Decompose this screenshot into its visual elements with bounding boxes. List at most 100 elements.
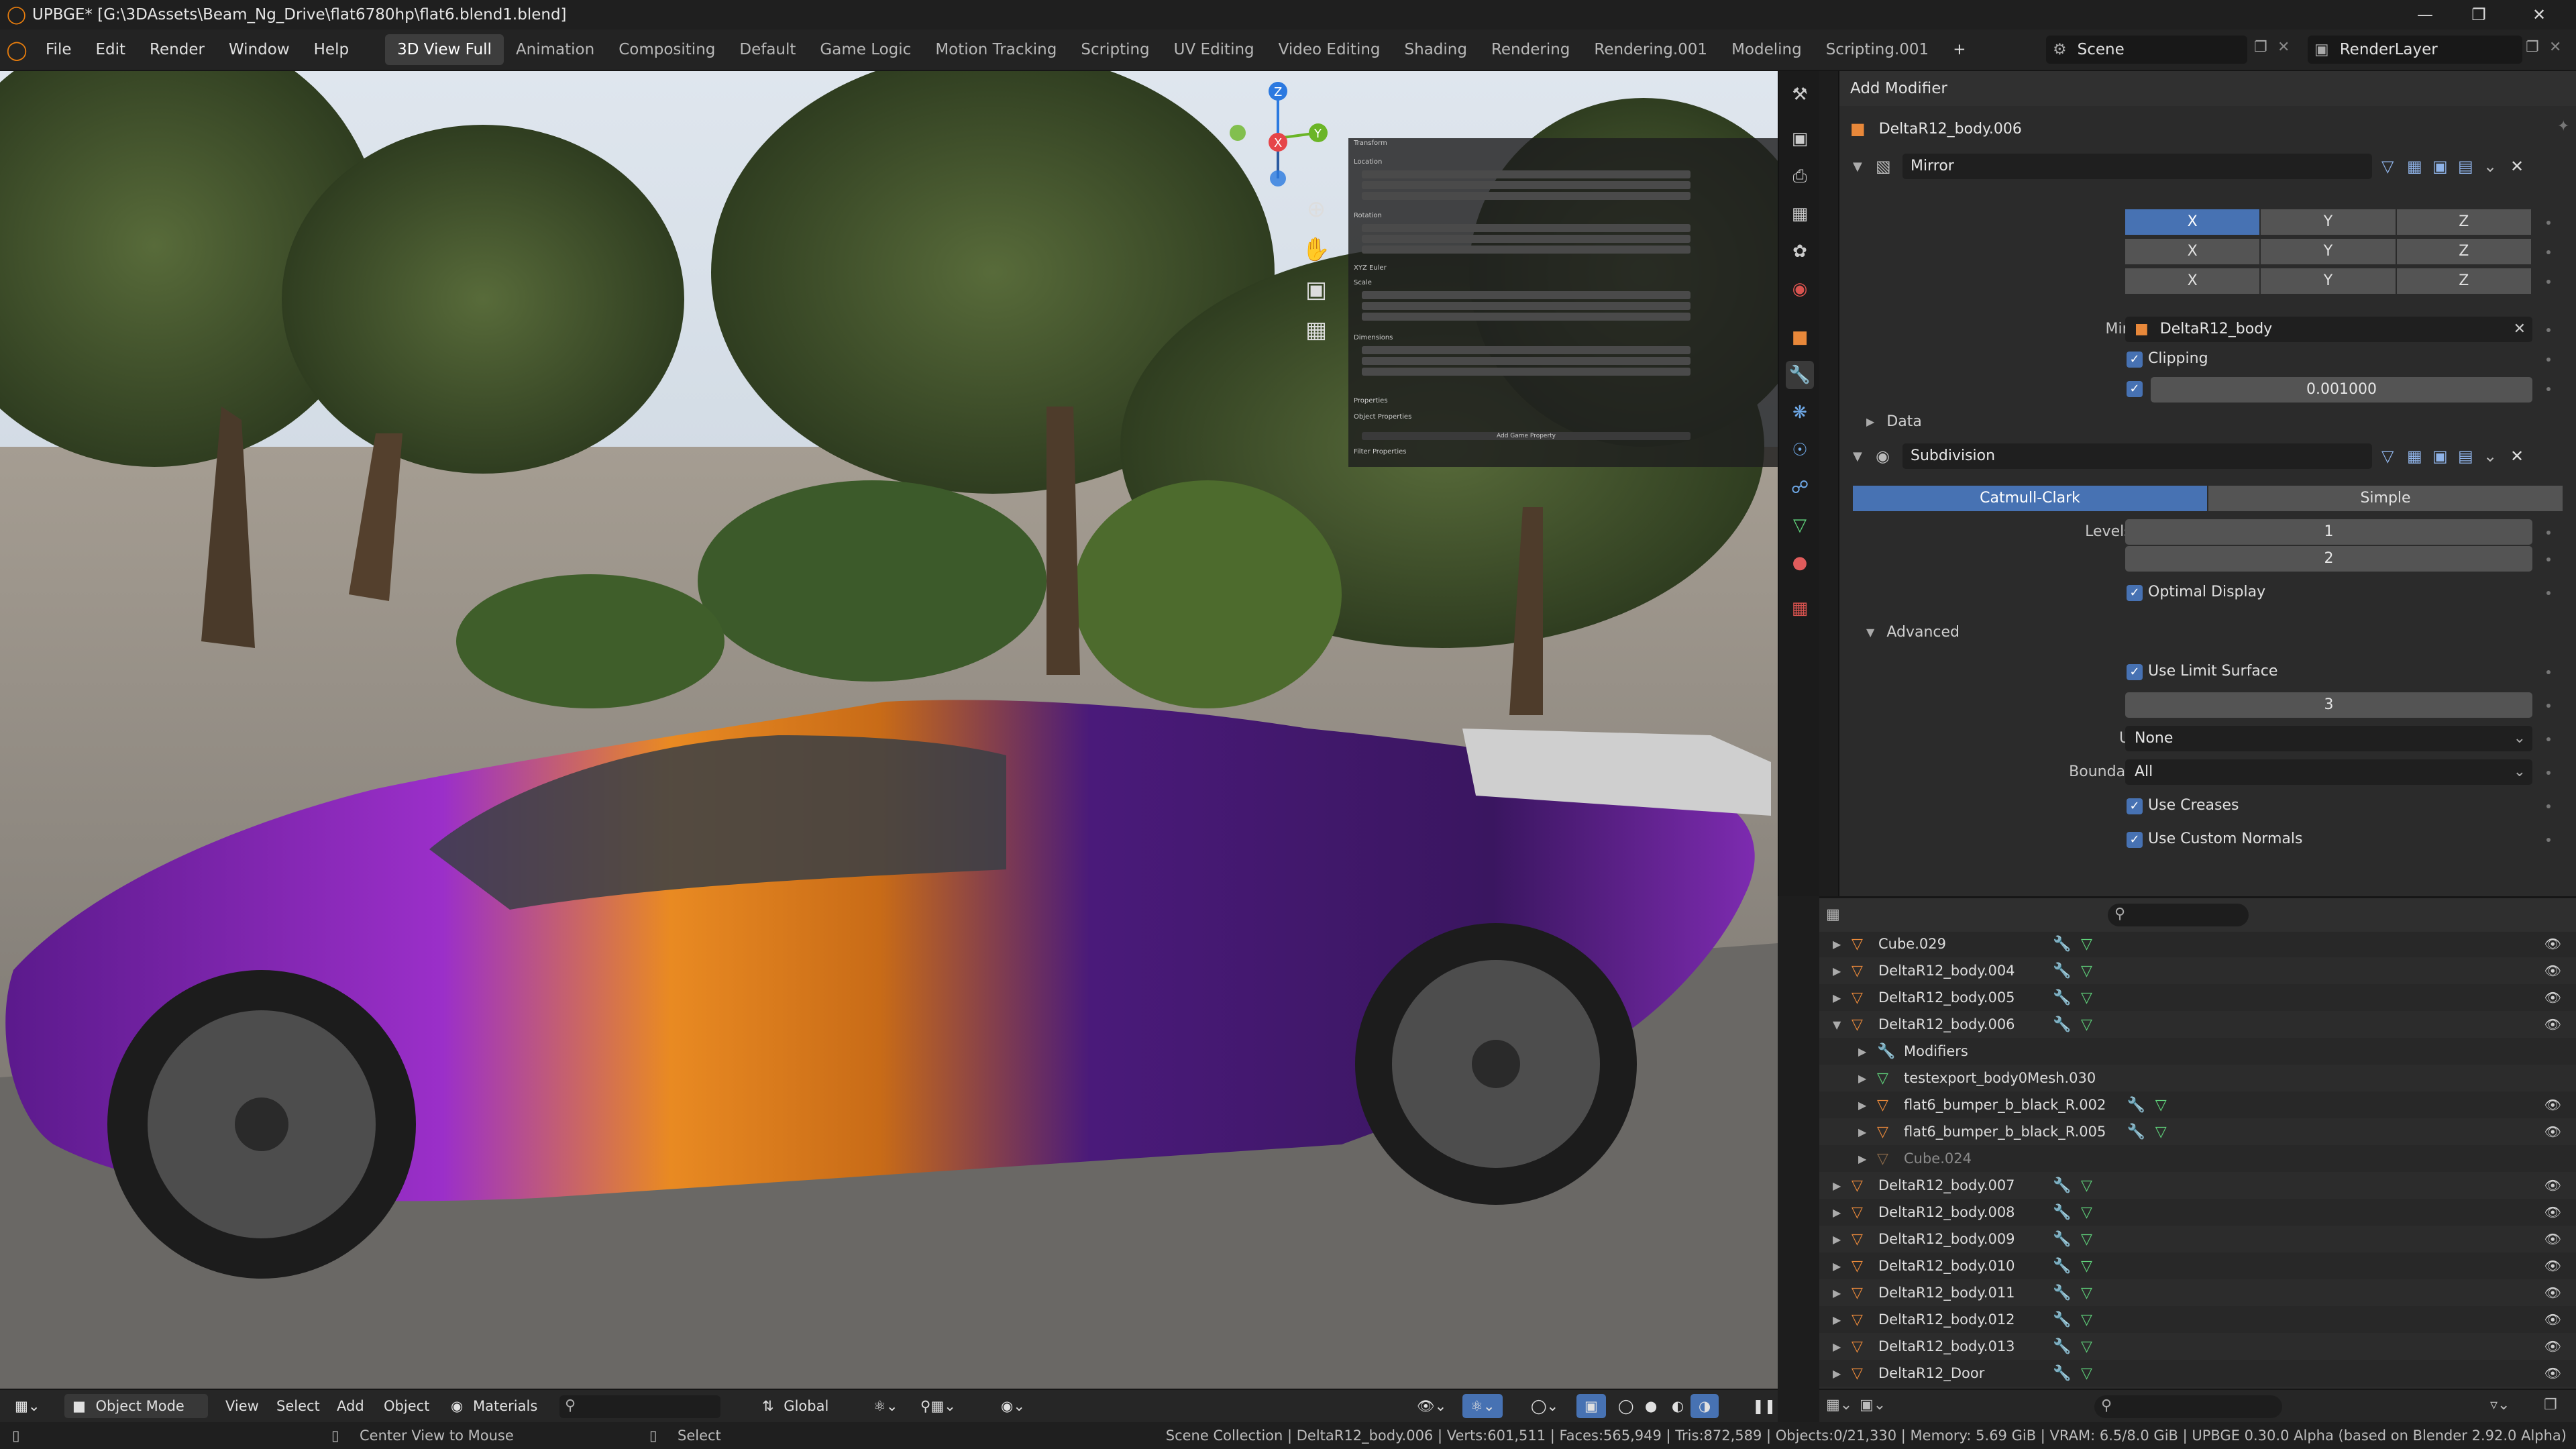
menu-file[interactable]: File: [34, 41, 84, 58]
mesh-data-tab-icon[interactable]: ▽: [1786, 511, 1814, 539]
blender-menu-icon[interactable]: ◯: [0, 39, 34, 61]
filter-icon[interactable]: ▿⌄: [2490, 1397, 2510, 1413]
render-levels-field[interactable]: 2: [2125, 546, 2532, 572]
viewport-toggle-icon[interactable]: ▣: [2432, 447, 2448, 466]
modifier-icon[interactable]: 🔧: [2127, 1097, 2145, 1114]
uv-smooth-dropdown[interactable]: None ⌄: [2125, 726, 2532, 751]
visibility-eye-icon[interactable]: 👁: [2544, 1097, 2561, 1113]
expand-icon[interactable]: ▶: [1833, 1340, 1841, 1353]
menu-help[interactable]: Help: [302, 41, 361, 58]
npanel-section[interactable]: Properties: [1354, 397, 1388, 405]
dimension-z-field[interactable]: [1362, 368, 1690, 376]
workspace-tab[interactable]: Animation: [504, 34, 606, 65]
location-y-field[interactable]: [1362, 181, 1690, 189]
outliner-row[interactable]: ▼ ▽ DeltaR12_body.006 🔧 ▽ 👁: [1819, 1011, 2576, 1038]
bisect-y-toggle[interactable]: Y: [2261, 239, 2396, 264]
flip-toggle[interactable]: X Y Z: [2125, 268, 2532, 294]
keyframe-dot[interactable]: [2546, 737, 2551, 741]
npanel-section[interactable]: XYZ Euler: [1354, 264, 1387, 272]
mesh-data-icon[interactable]: ▽: [2081, 936, 2092, 953]
subdivision-modifier-header[interactable]: ▼ ◉ Subdivision ▽ ▦ ▣ ▤ ⌄ ✕: [1853, 440, 2564, 472]
use-creases-checkbox[interactable]: ✓: [2127, 798, 2143, 814]
display-mode-icon[interactable]: ▦: [1826, 906, 1840, 923]
workspace-tab[interactable]: Shading: [1393, 34, 1479, 65]
material-tab-icon[interactable]: ●: [1786, 549, 1814, 577]
workspace-tab[interactable]: Rendering: [1479, 34, 1582, 65]
view-layer-tab-icon[interactable]: ▦: [1786, 200, 1814, 228]
on-cage-toggle-icon[interactable]: ▦: [2407, 157, 2422, 176]
modifier-icon[interactable]: 🔧: [2053, 963, 2071, 979]
outliner-row[interactable]: ▶ ▽ DeltaR12_body.007 🔧 ▽ 👁: [1819, 1172, 2576, 1199]
keyframe-dot[interactable]: [2546, 670, 2551, 674]
flip-y-toggle[interactable]: Y: [2261, 268, 2396, 294]
mirror-modifier-header[interactable]: ▼ ▧ Mirror ▽ ▦ ▣ ▤ ⌄ ✕: [1853, 150, 2564, 182]
flip-x-toggle[interactable]: X: [2125, 268, 2260, 294]
expand-icon[interactable]: ▶: [1833, 1206, 1841, 1219]
modifier-icon[interactable]: 🔧: [2053, 1311, 2071, 1328]
dimension-y-field[interactable]: [1362, 357, 1690, 365]
modifier-menu-icon[interactable]: ⌄: [2483, 157, 2497, 176]
snap-icon[interactable]: ⚲▦⌄: [912, 1394, 964, 1418]
keyframe-dot[interactable]: [2546, 591, 2551, 595]
expand-icon[interactable]: ▶: [1833, 991, 1841, 1004]
sidebar-n-panel[interactable]: Transform Location Rotation XYZ Euler Sc…: [1348, 138, 1778, 467]
scale-z-field[interactable]: [1362, 313, 1690, 321]
use-limit-surface-checkbox[interactable]: ✓: [2127, 664, 2143, 680]
outliner-row[interactable]: ▶ ▽ DeltaR12_Door 🔧 ▽ 👁: [1819, 1360, 2576, 1387]
scene-tab-icon[interactable]: ✿: [1786, 237, 1814, 266]
outliner-row[interactable]: ▶ ▽ DeltaR12_body.004 🔧 ▽ 👁: [1819, 957, 2576, 984]
add-menu[interactable]: Add: [329, 1394, 372, 1418]
keyframe-dot[interactable]: [2546, 771, 2551, 775]
expand-icon[interactable]: ▶: [1833, 1233, 1841, 1246]
expand-icon[interactable]: ▶: [1858, 1072, 1866, 1085]
data-subpanel-header[interactable]: ▶ Data: [1866, 413, 1922, 430]
scale-y-field[interactable]: [1362, 302, 1690, 310]
rotation-y-field[interactable]: [1362, 235, 1690, 243]
outliner-search-input[interactable]: ⚲: [2108, 904, 2249, 926]
viewport-toggle-icon[interactable]: ▣: [2432, 157, 2448, 176]
npanel-section[interactable]: Transform: [1354, 140, 1387, 147]
mesh-data-icon[interactable]: ▽: [2081, 1338, 2092, 1355]
expand-icon[interactable]: ▶: [1833, 1179, 1841, 1192]
outliner-row[interactable]: ▶ ▽ DeltaR12_body.005 🔧 ▽ 👁: [1819, 984, 2576, 1011]
mode-dropdown[interactable]: ■ Object Mode: [64, 1394, 208, 1418]
edit-mode-toggle-icon[interactable]: ▽: [2381, 447, 2394, 466]
solid-shading-icon[interactable]: ●: [1637, 1394, 1665, 1418]
expand-icon[interactable]: ▶: [1833, 1367, 1841, 1380]
bisect-z-toggle[interactable]: Z: [2396, 239, 2531, 264]
clear-mirror-object-icon[interactable]: ✕: [2514, 317, 2526, 342]
viewport-search-input[interactable]: ⚲: [559, 1395, 720, 1418]
outliner-row[interactable]: ▶ ▽ flat6_bumper_b_black_R.005 🔧 ▽ 👁: [1819, 1118, 2576, 1145]
keyframe-dot[interactable]: [2546, 838, 2551, 842]
visibility-eye-icon[interactable]: 👁: [2544, 989, 2561, 1006]
mesh-data-icon[interactable]: ▽: [2081, 963, 2092, 979]
mirror-object-field[interactable]: ■ DeltaR12_body ✕: [2125, 317, 2532, 342]
mesh-data-icon[interactable]: ▽: [2081, 1258, 2092, 1275]
modifier-icon[interactable]: 🔧: [2127, 1124, 2145, 1140]
modifier-icon[interactable]: 🔧: [2053, 1231, 2071, 1248]
constraints-tab-icon[interactable]: ☍: [1786, 474, 1814, 502]
rotation-x-field[interactable]: [1362, 224, 1690, 232]
mesh-data-icon[interactable]: ▽: [2081, 1285, 2092, 1301]
on-cage-toggle-icon[interactable]: ▦: [2407, 447, 2422, 466]
close-window-icon[interactable]: ✕: [2502, 0, 2576, 30]
render-toggle-icon[interactable]: ▤: [2458, 447, 2473, 466]
mesh-data-icon[interactable]: ▽: [2155, 1124, 2167, 1140]
outliner-row[interactable]: ▶ ▽ testexport_body0Mesh.030: [1819, 1065, 2576, 1091]
modifier-icon[interactable]: 🔧: [2053, 989, 2071, 1006]
texture-tab-icon[interactable]: ▦: [1786, 594, 1814, 623]
outliner-row[interactable]: ▶ ▽ flat6_bumper_b_black_R.002 🔧 ▽ 👁: [1819, 1091, 2576, 1118]
visibility-eye-icon[interactable]: 👁: [2544, 1338, 2561, 1354]
mesh-data-icon[interactable]: ▽: [2081, 1016, 2092, 1033]
workspace-tab[interactable]: 3D View Full: [385, 34, 504, 65]
visibility-eye-icon[interactable]: 👁: [2544, 1016, 2561, 1032]
modifier-icon[interactable]: 🔧: [2053, 1338, 2071, 1355]
modifier-icon[interactable]: 🔧: [2053, 936, 2071, 953]
object-menu[interactable]: Object: [376, 1394, 437, 1418]
collapse-icon[interactable]: ▼: [1833, 1018, 1841, 1031]
keyframe-dot[interactable]: [2546, 531, 2551, 535]
subdivision-name-field[interactable]: Subdivision: [1902, 443, 2372, 469]
display-mode-icon[interactable]: ▣⌄: [1860, 1397, 1886, 1413]
overlay-icon[interactable]: ◯⌄: [1523, 1394, 1566, 1418]
mesh-data-icon[interactable]: ▽: [2081, 1177, 2092, 1194]
